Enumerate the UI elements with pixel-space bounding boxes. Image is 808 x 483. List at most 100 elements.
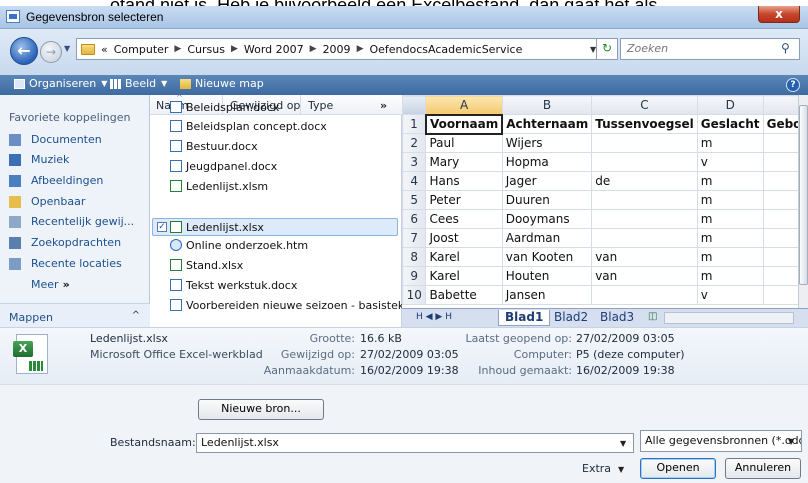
refresh-icon[interactable]: ↻ xyxy=(596,38,618,60)
documents-icon xyxy=(9,133,21,146)
table-cell: Wijers xyxy=(501,133,593,153)
filename-input[interactable]: Ledenlijst.xlsx xyxy=(196,433,634,453)
extra-chevron-down-icon[interactable]: ▼ xyxy=(618,465,624,474)
table-cell: van xyxy=(591,266,698,286)
table-cell: de xyxy=(591,171,698,191)
table-row: 6 Cees Dooymans m xyxy=(401,209,808,229)
row-number: 1 xyxy=(401,114,427,134)
fav-zoekopdrachten[interactable]: Zoekopdrachten xyxy=(9,236,121,249)
breadcrumb-computer[interactable]: Computer xyxy=(114,43,169,56)
filename-dropdown-icon[interactable]: ▼ xyxy=(620,439,626,448)
file-name: Online onderzoek.htm xyxy=(186,238,309,252)
insert-sheet-icon[interactable]: ◫ xyxy=(642,311,663,327)
help-icon[interactable]: ? xyxy=(786,78,800,92)
content-created-label: Inhoud gemaakt: xyxy=(478,364,572,377)
tab-blad3[interactable]: Blad3 xyxy=(594,310,640,326)
cancel-button[interactable]: Annuleren xyxy=(725,458,801,479)
preview-vertical-scrollbar[interactable] xyxy=(798,95,808,308)
list-item[interactable]: Stand.xlsx xyxy=(170,256,243,274)
more-columns-icon[interactable]: » xyxy=(380,99,387,112)
title-bar[interactable]: Gegevensbron selecteren x xyxy=(0,6,808,29)
recent-pages-chevron-icon[interactable]: ▼ xyxy=(64,44,70,53)
extra-menu-label[interactable]: Extra xyxy=(582,462,611,475)
file-type-filter[interactable]: Alle gegevensbronnen (*.odc; xyxy=(640,430,802,452)
breadcrumb-2009[interactable]: 2009 xyxy=(323,43,351,56)
table-cell: Dooymans xyxy=(501,209,593,229)
table-cell: van xyxy=(591,247,698,267)
scrollbar-thumb[interactable] xyxy=(799,105,808,285)
fav-recente-locaties[interactable]: Recente locaties xyxy=(9,257,122,270)
organize-icon xyxy=(14,78,25,89)
breadcrumb-oefendocs[interactable]: OefendocsAcademicService xyxy=(369,43,522,56)
tab-blad2[interactable]: Blad2 xyxy=(548,310,594,326)
last-opened-value: 27/02/2009 03:05 xyxy=(576,332,675,345)
view-menu-button[interactable]: Beeld ▼ xyxy=(110,77,167,90)
table-cell: Babette xyxy=(425,285,503,305)
col-type[interactable]: Type xyxy=(308,99,333,112)
breadcrumb[interactable]: « Computer ▶ Cursus ▶ Word 2007 ▶ 2009 ▶… xyxy=(76,38,611,60)
horizontal-scrollbar[interactable] xyxy=(664,312,794,324)
row-checkbox[interactable]: ✓ xyxy=(157,222,167,232)
list-item[interactable]: Tekst werkstuk.docx xyxy=(170,276,297,294)
row-number: 9 xyxy=(401,266,427,286)
fav-documenten[interactable]: Documenten xyxy=(9,133,102,146)
table-cell: Paul xyxy=(425,133,503,153)
table-cell: v xyxy=(696,285,764,305)
filter-dropdown-icon[interactable]: ▼ xyxy=(788,437,794,446)
excel-file-icon xyxy=(170,259,182,271)
breadcrumb-word2007[interactable]: Word 2007 xyxy=(244,43,304,56)
table-row: 10 Babette Jansen v xyxy=(401,285,808,305)
list-item-selected[interactable]: Ledenlijst.xlsx xyxy=(170,218,264,236)
view-icon xyxy=(110,78,121,89)
fav-more-link[interactable]: Meer» xyxy=(31,278,70,291)
address-bar-area: ← → ▼ « Computer ▶ Cursus ▶ Word 2007 ▶ … xyxy=(0,29,808,75)
breadcrumb-cursus[interactable]: Cursus xyxy=(187,43,225,56)
list-item[interactable]: Beleidsplan.docx xyxy=(170,98,279,116)
fav-afbeeldingen[interactable]: Afbeeldingen xyxy=(9,174,103,187)
search-input[interactable]: Zoeken ⚲ xyxy=(620,38,800,60)
breadcrumb-separator-icon[interactable]: ▶ xyxy=(310,44,317,54)
breadcrumb-overflow[interactable]: « xyxy=(101,43,108,56)
table-cell: van Kooten xyxy=(501,247,593,267)
open-button[interactable]: Openen xyxy=(640,458,716,479)
list-item[interactable]: Beleidsplan concept.docx xyxy=(170,117,327,135)
sheet-nav-icons[interactable]: H ◀ ▶ H xyxy=(410,312,458,328)
list-item[interactable]: Voorbereiden nieuwe seizoen - basistek..… xyxy=(170,296,415,314)
list-item[interactable]: Bestuur.docx xyxy=(170,137,258,155)
list-item[interactable]: Online onderzoek.htm xyxy=(170,236,308,254)
back-arrow-icon[interactable]: ← xyxy=(10,37,38,65)
table-row: 3 Mary Hopma v xyxy=(401,152,808,172)
new-source-button[interactable]: Nieuwe bron... xyxy=(198,399,324,420)
new-folder-button[interactable]: Nieuwe map xyxy=(180,77,264,90)
computer-value: P5 (deze computer) xyxy=(576,348,685,361)
table-cell xyxy=(591,285,698,305)
file-name: Ledenlijst.xlsm xyxy=(186,179,269,193)
fav-recent[interactable]: Recentelijk gewij... xyxy=(9,215,134,228)
search-icon[interactable]: ⚲ xyxy=(781,41,795,55)
table-cell: Voornaam xyxy=(424,113,504,135)
folders-toggle[interactable]: Mappen ^ xyxy=(0,303,150,327)
table-cell xyxy=(591,209,698,229)
dialog-icon xyxy=(6,10,20,23)
table-cell: Karel xyxy=(425,247,503,267)
fav-muziek[interactable]: Muziek xyxy=(9,153,69,166)
forward-arrow-icon[interactable]: → xyxy=(40,41,62,63)
file-name: Jeugdpanel.docx xyxy=(186,159,278,173)
organize-menu-button[interactable]: Organiseren ▼ xyxy=(14,77,107,90)
view-label: Beeld xyxy=(125,77,157,90)
tab-blad1[interactable]: Blad1 xyxy=(498,310,551,326)
close-button[interactable]: x xyxy=(758,6,800,23)
fav-label: Afbeeldingen xyxy=(31,174,104,187)
breadcrumb-separator-icon[interactable]: ▶ xyxy=(174,44,181,54)
breadcrumb-separator-icon[interactable]: ▶ xyxy=(231,44,238,54)
list-item[interactable]: Jeugdpanel.docx xyxy=(170,157,277,175)
breadcrumb-separator-icon[interactable]: ▶ xyxy=(357,44,364,54)
column-divider[interactable] xyxy=(300,95,301,115)
excel-file-icon xyxy=(170,180,182,192)
table-row: 2 Paul Wijers m xyxy=(401,133,808,153)
row-number: 7 xyxy=(401,228,427,248)
fav-openbaar[interactable]: Openbaar xyxy=(9,195,85,208)
command-bar: Organiseren ▼ Beeld ▼ Nieuwe map ? xyxy=(0,75,808,95)
list-item[interactable]: Ledenlijst.xlsm xyxy=(170,177,268,195)
table-cell: Geslacht xyxy=(696,114,764,134)
